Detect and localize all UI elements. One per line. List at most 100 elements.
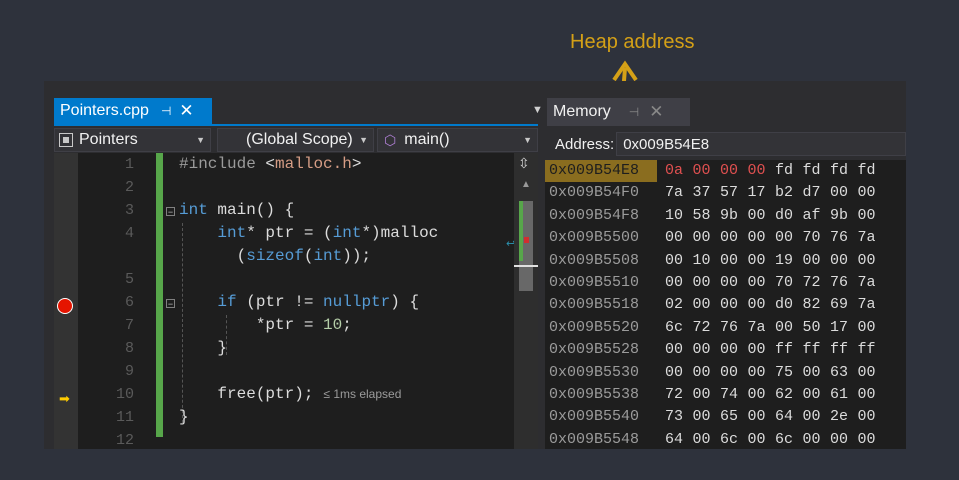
memory-byte[interactable]: 70 xyxy=(803,227,831,249)
memory-byte[interactable]: 00 xyxy=(858,406,886,428)
memory-byte[interactable]: 6c xyxy=(720,429,748,449)
memory-row[interactable]: 0x009B54E8 0a 00 00 00 fd fd fd fd xyxy=(545,160,906,183)
scroll-up-icon[interactable]: ▲ xyxy=(521,179,531,190)
memory-byte[interactable]: 00 xyxy=(858,384,886,406)
perf-tip-elapsed[interactable]: ≤ 1ms elapsed xyxy=(323,387,401,401)
code-editor[interactable]: ➡ 1 2 3 4 5 6 7 8 9 10 11 12 − − ↩ #incl… xyxy=(54,153,538,449)
memory-byte[interactable]: 72 xyxy=(693,317,721,339)
memory-byte[interactable]: d0 xyxy=(775,205,803,227)
memory-byte[interactable]: 2e xyxy=(830,406,858,428)
memory-byte[interactable]: 10 xyxy=(693,250,721,272)
close-icon[interactable]: ✕ xyxy=(649,102,663,122)
memory-byte[interactable]: 00 xyxy=(693,294,721,316)
memory-byte[interactable]: 00 xyxy=(748,406,776,428)
memory-byte[interactable]: 69 xyxy=(830,294,858,316)
memory-byte[interactable]: 00 xyxy=(748,429,776,449)
memory-byte[interactable]: ff xyxy=(803,339,831,361)
memory-byte[interactable]: 76 xyxy=(830,227,858,249)
memory-byte[interactable]: 00 xyxy=(693,406,721,428)
memory-byte[interactable]: 7a xyxy=(858,272,886,294)
memory-byte[interactable]: ff xyxy=(775,339,803,361)
memory-byte[interactable]: 7a xyxy=(858,294,886,316)
memory-row[interactable]: 0x009B5510 00 00 00 00 70 72 76 7a xyxy=(545,272,906,294)
memory-byte[interactable]: 00 xyxy=(748,160,776,182)
memory-byte[interactable]: fd xyxy=(858,160,886,182)
memory-byte[interactable]: 00 xyxy=(858,429,886,449)
memory-row[interactable]: 0x009B5508 00 10 00 00 19 00 00 00 xyxy=(545,250,906,272)
memory-byte[interactable]: 00 xyxy=(858,250,886,272)
collapse-icon[interactable]: − xyxy=(166,207,175,217)
memory-row[interactable]: 0x009B5538 72 00 74 00 62 00 61 00 xyxy=(545,384,906,406)
memory-byte[interactable]: 00 xyxy=(748,384,776,406)
memory-byte[interactable]: fd xyxy=(803,160,831,182)
memory-byte[interactable]: 00 xyxy=(748,362,776,384)
memory-byte[interactable]: 00 xyxy=(720,160,748,182)
memory-row[interactable]: 0x009B5520 6c 72 76 7a 00 50 17 00 xyxy=(545,317,906,339)
memory-byte[interactable]: 7a xyxy=(858,227,886,249)
memory-byte[interactable]: 00 xyxy=(693,160,721,182)
memory-byte[interactable]: fd xyxy=(775,160,803,182)
memory-row[interactable]: 0x009B5528 00 00 00 00 ff ff ff ff xyxy=(545,339,906,361)
memory-byte[interactable]: 76 xyxy=(830,272,858,294)
memory-row[interactable]: 0x009B54F0 7a 37 57 17 b2 d7 00 00 xyxy=(545,182,906,204)
memory-byte[interactable]: 63 xyxy=(830,362,858,384)
memory-byte[interactable]: 00 xyxy=(665,272,693,294)
memory-byte[interactable]: 00 xyxy=(720,362,748,384)
code-text[interactable]: #include <malloc.h> int main() { int* pt… xyxy=(179,153,498,429)
memory-byte[interactable]: 17 xyxy=(830,317,858,339)
memory-row[interactable]: 0x009B54F8 10 58 9b 00 d0 af 9b 00 xyxy=(545,205,906,227)
memory-row[interactable]: 0x009B5540 73 00 65 00 64 00 2e 00 xyxy=(545,406,906,428)
memory-byte[interactable]: 00 xyxy=(775,227,803,249)
memory-grid[interactable]: 0x009B54E8 0a 00 00 00 fd fd fd fd 0x009B54F0 7a 37… xyxy=(545,160,906,449)
memory-byte[interactable]: af xyxy=(803,205,831,227)
memory-byte[interactable]: 72 xyxy=(665,384,693,406)
memory-byte[interactable]: 00 xyxy=(665,362,693,384)
memory-byte[interactable]: 61 xyxy=(830,384,858,406)
memory-byte[interactable]: 37 xyxy=(693,182,721,204)
memory-byte[interactable]: 00 xyxy=(803,250,831,272)
memory-byte[interactable]: 6c xyxy=(665,317,693,339)
tab-list-dropdown-icon[interactable]: ▼ xyxy=(532,104,543,116)
editor-scrollbar[interactable]: ⇳ ▲ xyxy=(514,153,538,449)
memory-byte[interactable]: 73 xyxy=(665,406,693,428)
memory-byte[interactable]: 00 xyxy=(693,227,721,249)
tab-memory[interactable]: Memory ⊣ ✕ xyxy=(547,98,690,126)
collapse-icon[interactable]: − xyxy=(166,299,175,309)
memory-byte[interactable]: 70 xyxy=(775,272,803,294)
memory-byte[interactable]: 72 xyxy=(803,272,831,294)
memory-byte[interactable]: 00 xyxy=(748,339,776,361)
memory-byte[interactable]: 10 xyxy=(665,205,693,227)
memory-byte[interactable]: d0 xyxy=(775,294,803,316)
memory-row[interactable]: 0x009B5518 02 00 00 00 d0 82 69 7a xyxy=(545,294,906,316)
memory-byte[interactable]: 00 xyxy=(748,227,776,249)
memory-byte[interactable]: 62 xyxy=(775,384,803,406)
memory-byte[interactable]: 00 xyxy=(693,429,721,449)
memory-byte[interactable]: 64 xyxy=(665,429,693,449)
memory-byte[interactable]: 00 xyxy=(748,294,776,316)
memory-byte[interactable]: 00 xyxy=(748,272,776,294)
memory-byte[interactable]: 00 xyxy=(720,250,748,272)
memory-byte[interactable]: 58 xyxy=(693,205,721,227)
memory-byte[interactable]: 00 xyxy=(720,272,748,294)
memory-byte[interactable]: 00 xyxy=(830,250,858,272)
memory-byte[interactable]: 00 xyxy=(858,362,886,384)
memory-byte[interactable]: fd xyxy=(830,160,858,182)
memory-byte[interactable]: 00 xyxy=(858,205,886,227)
memory-byte[interactable]: 00 xyxy=(858,182,886,204)
memory-byte[interactable]: 00 xyxy=(803,429,831,449)
memory-byte[interactable]: 7a xyxy=(665,182,693,204)
tab-pointers-cpp[interactable]: Pointers.cpp ⊣ ✕ xyxy=(54,98,212,124)
memory-byte[interactable]: 00 xyxy=(830,429,858,449)
project-combo[interactable]: Pointers ▼ xyxy=(54,128,211,152)
memory-byte[interactable]: 00 xyxy=(748,205,776,227)
memory-byte[interactable]: 65 xyxy=(720,406,748,428)
memory-byte[interactable]: 00 xyxy=(775,317,803,339)
close-icon[interactable]: ✕ xyxy=(179,101,193,121)
split-window-icon[interactable]: ⇳ xyxy=(518,155,530,172)
memory-byte[interactable]: 82 xyxy=(803,294,831,316)
memory-byte[interactable]: 00 xyxy=(803,384,831,406)
memory-byte[interactable]: 00 xyxy=(720,227,748,249)
member-combo[interactable]: ⬡ main() ▼ xyxy=(377,128,538,152)
memory-byte[interactable]: 00 xyxy=(665,339,693,361)
memory-row[interactable]: 0x009B5548 64 00 6c 00 6c 00 00 00 xyxy=(545,429,906,449)
